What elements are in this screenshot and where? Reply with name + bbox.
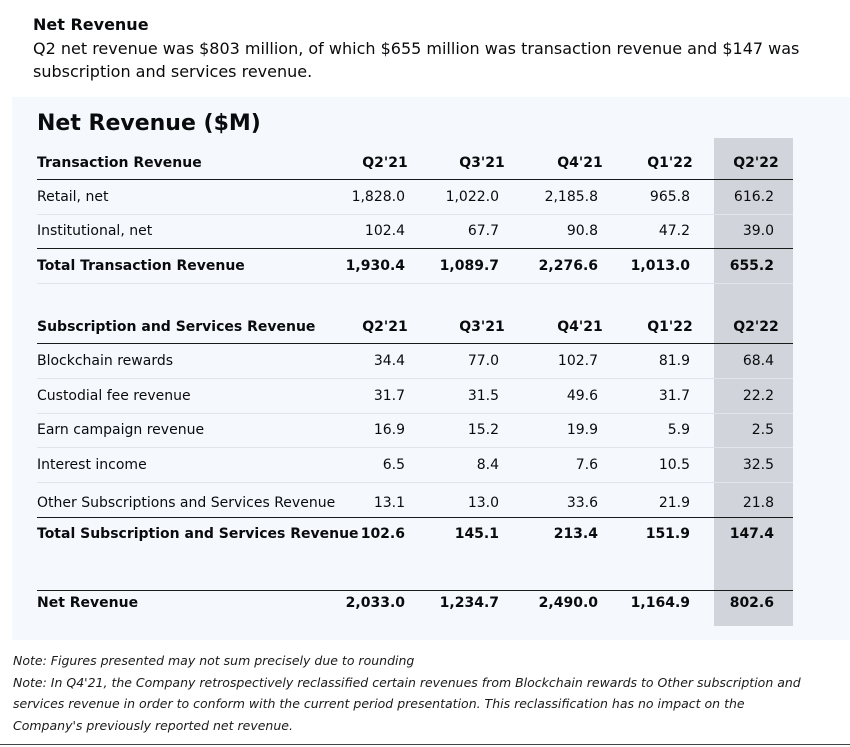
table-cell: 2,033.0 bbox=[345, 595, 405, 611]
net-revenue-row: Net Revenue 2,033.0 1,234.7 2,490.0 1,16… bbox=[37, 586, 793, 620]
row-label: Total Subscription and Services Revenue bbox=[37, 526, 359, 542]
bottom-rule bbox=[0, 744, 850, 745]
table-cell: 21.8 bbox=[742, 495, 774, 511]
table-cell: 31.5 bbox=[467, 388, 499, 404]
table-cell: 7.6 bbox=[575, 457, 598, 473]
table-cell: 213.4 bbox=[553, 526, 598, 542]
row-label: Net Revenue bbox=[37, 595, 139, 611]
table-row: Blockchain rewards 34.4 77.0 102.7 81.9 … bbox=[37, 344, 793, 378]
table-cell: 10.5 bbox=[658, 457, 690, 473]
table-cell: 1,234.7 bbox=[439, 595, 499, 611]
table-cell: 31.7 bbox=[373, 388, 405, 404]
table-cell: 77.0 bbox=[467, 353, 499, 369]
table-row: Other Subscriptions and Services Revenue… bbox=[37, 486, 793, 520]
table-cell: 67.7 bbox=[467, 223, 499, 239]
column-header: Q2'21 bbox=[362, 319, 408, 335]
table-row: Earn campaign revenue 16.9 15.2 19.9 5.9… bbox=[37, 413, 793, 447]
table-cell: 68.4 bbox=[742, 353, 774, 369]
table-cell: 22.2 bbox=[742, 388, 774, 404]
table-cell: 16.9 bbox=[373, 422, 405, 438]
row-label: Blockchain rewards bbox=[37, 353, 174, 369]
total-row: Total Subscription and Services Revenue … bbox=[37, 517, 793, 551]
table-cell: 33.6 bbox=[566, 495, 598, 511]
row-divider bbox=[37, 482, 793, 483]
table-title: Net Revenue ($M) bbox=[37, 111, 261, 136]
table-cell: 616.2 bbox=[733, 189, 774, 205]
intro-title: Net Revenue bbox=[33, 15, 149, 34]
transaction-header-label: Transaction Revenue bbox=[37, 155, 202, 171]
column-header: Q2'21 bbox=[362, 155, 408, 171]
table-cell: 49.6 bbox=[566, 388, 598, 404]
table-cell: 965.8 bbox=[649, 189, 690, 205]
row-label: Institutional, net bbox=[37, 223, 153, 239]
table-row: Retail, net 1,828.0 1,022.0 2,185.8 965.… bbox=[37, 180, 793, 214]
table-cell: 8.4 bbox=[476, 457, 499, 473]
intro-text: Q2 net revenue was $803 million, of whic… bbox=[33, 39, 800, 81]
table-cell: 2,490.0 bbox=[538, 595, 598, 611]
table-cell: 655.2 bbox=[729, 258, 774, 274]
row-label: Custodial fee revenue bbox=[37, 388, 191, 404]
table-cell: 90.8 bbox=[566, 223, 598, 239]
column-header: Q4'21 bbox=[557, 319, 603, 335]
table-cell: 5.9 bbox=[667, 422, 690, 438]
subscription-header-row: Subscription and Services Revenue Q2'21 … bbox=[37, 310, 793, 344]
column-header: Q2'22 bbox=[733, 155, 779, 171]
table-row: Institutional, net 102.4 67.7 90.8 47.2 … bbox=[37, 214, 793, 248]
table-cell: 34.4 bbox=[373, 353, 405, 369]
column-header: Q1'22 bbox=[647, 155, 693, 171]
table-cell: 2,185.8 bbox=[544, 189, 598, 205]
table-cell: 102.6 bbox=[360, 526, 405, 542]
table-cell: 147.4 bbox=[729, 526, 774, 542]
table-cell: 81.9 bbox=[658, 353, 690, 369]
row-label: Other Subscriptions and Services Revenue bbox=[37, 495, 336, 511]
total-row: Total Transaction Revenue 1,930.4 1,089.… bbox=[37, 249, 793, 283]
intro-section: Net Revenue Q2 net revenue was $803 mill… bbox=[33, 14, 823, 83]
row-divider bbox=[37, 283, 793, 284]
table-cell: 2,276.6 bbox=[538, 258, 598, 274]
table-cell: 1,013.0 bbox=[630, 258, 690, 274]
table-cell: 21.9 bbox=[658, 495, 690, 511]
table-row: Custodial fee revenue 31.7 31.5 49.6 31.… bbox=[37, 379, 793, 413]
table-cell: 13.1 bbox=[373, 495, 405, 511]
table-cell: 1,089.7 bbox=[439, 258, 499, 274]
table-cell: 102.7 bbox=[557, 353, 598, 369]
row-label: Earn campaign revenue bbox=[37, 422, 205, 438]
table-cell: 31.7 bbox=[658, 388, 690, 404]
footnote: Note: In Q4'21, the Company retrospectiv… bbox=[13, 674, 801, 733]
table-cell: 15.2 bbox=[467, 422, 499, 438]
table-cell: 1,164.9 bbox=[630, 595, 690, 611]
table-cell: 39.0 bbox=[742, 223, 774, 239]
column-header: Q3'21 bbox=[459, 155, 505, 171]
footnotes: Note: Figures presented may not sum prec… bbox=[13, 650, 813, 736]
table-cell: 6.5 bbox=[382, 457, 405, 473]
table-cell: 2.5 bbox=[751, 422, 774, 438]
table-cell: 19.9 bbox=[566, 422, 598, 438]
table-row: Interest income 6.5 8.4 7.6 10.5 32.5 bbox=[37, 448, 793, 482]
table-cell: 102.4 bbox=[364, 223, 405, 239]
table-cell: 47.2 bbox=[658, 223, 690, 239]
table-cell: 145.1 bbox=[454, 526, 499, 542]
row-label: Retail, net bbox=[37, 189, 109, 205]
table-cell: 1,930.4 bbox=[345, 258, 405, 274]
column-header: Q4'21 bbox=[557, 155, 603, 171]
transaction-header-row: Transaction Revenue Q2'21 Q3'21 Q4'21 Q1… bbox=[37, 146, 793, 180]
table-cell: 151.9 bbox=[645, 526, 690, 542]
table-cell: 1,828.0 bbox=[351, 189, 405, 205]
row-label: Interest income bbox=[37, 457, 147, 473]
row-label: Total Transaction Revenue bbox=[37, 258, 245, 274]
footnote: Note: Figures presented may not sum prec… bbox=[13, 653, 415, 668]
subscription-header-label: Subscription and Services Revenue bbox=[37, 319, 316, 335]
table-cell: 1,022.0 bbox=[445, 189, 499, 205]
column-header: Q3'21 bbox=[459, 319, 505, 335]
table-cell: 32.5 bbox=[742, 457, 774, 473]
column-header: Q1'22 bbox=[647, 319, 693, 335]
table-cell: 802.6 bbox=[729, 595, 774, 611]
table-cell: 13.0 bbox=[467, 495, 499, 511]
column-header: Q2'22 bbox=[733, 319, 779, 335]
